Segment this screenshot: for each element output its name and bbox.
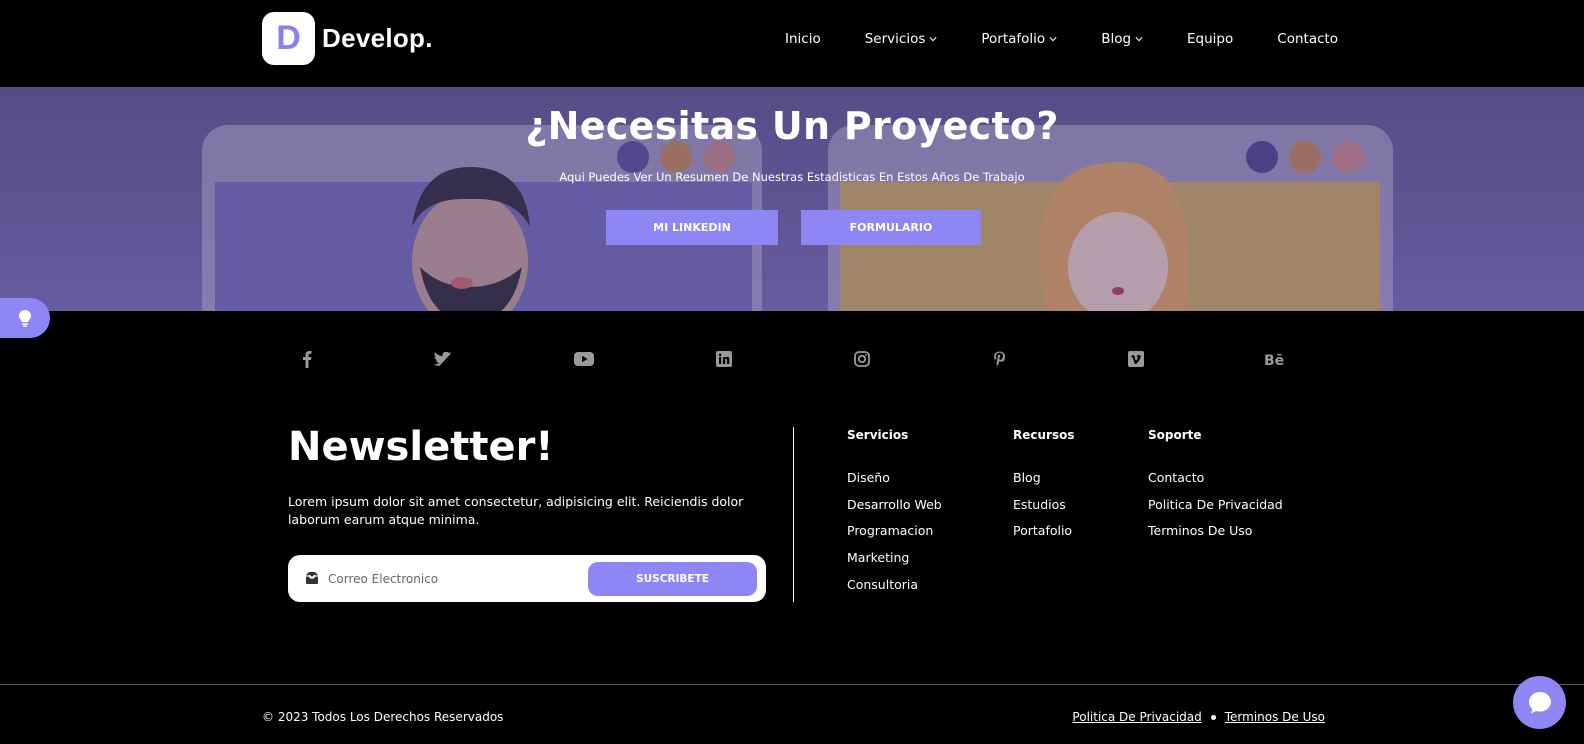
column-heading-soporte: Soporte xyxy=(1148,428,1202,442)
instagram-link[interactable] xyxy=(852,347,872,371)
nav-label: Contacto xyxy=(1277,31,1339,47)
site-header: D Develop. Inicio Servicios Portafolio B… xyxy=(0,0,1584,87)
footer-link-portafolio[interactable]: Portafolio xyxy=(1013,522,1072,549)
privacy-link[interactable]: Politica De Privacidad xyxy=(1072,710,1201,724)
hero-section: ¿Necesitas Un Proyecto? Aqui Puedes Ver … xyxy=(0,87,1584,311)
nav-item-servicios[interactable]: Servicios xyxy=(865,31,938,47)
twitter-link[interactable] xyxy=(433,347,453,371)
subscribe-button[interactable]: SUSCRIBETE xyxy=(588,562,757,596)
nav-label: Equipo xyxy=(1187,31,1234,47)
footer-divider-horizontal xyxy=(0,684,1584,685)
logo-badge: D xyxy=(262,12,315,65)
chevron-down-icon xyxy=(929,37,937,42)
logo-text: Develop. xyxy=(322,23,433,53)
inbox-icon xyxy=(306,572,318,584)
nav-item-equipo[interactable]: Equipo xyxy=(1187,31,1233,47)
nav-label: Inicio xyxy=(785,31,821,47)
chevron-down-icon xyxy=(1135,37,1143,42)
lightbulb-icon xyxy=(19,310,31,327)
behance-link[interactable]: Bē xyxy=(1263,347,1287,371)
form-button[interactable]: FORMULARIO xyxy=(801,210,981,245)
column-heading-servicios: Servicios xyxy=(847,428,909,442)
newsletter-title: Newsletter! xyxy=(288,424,554,470)
main-nav: Inicio Servicios Portafolio Blog Equipo … xyxy=(785,31,1338,47)
pinterest-link[interactable] xyxy=(989,347,1009,371)
theme-toggle-tab[interactable] xyxy=(0,298,50,338)
linkedin-icon xyxy=(716,351,732,367)
behance-icon: Bē xyxy=(1264,353,1284,366)
footer-divider-vertical xyxy=(793,427,794,602)
footer-link-marketing[interactable]: Marketing xyxy=(847,549,942,576)
footer-link-contacto[interactable]: Contacto xyxy=(1148,469,1283,496)
nav-label: Servicios xyxy=(864,31,926,47)
chat-button[interactable] xyxy=(1513,676,1566,729)
copyright-text: © 2023 Todos Los Derechos Reservados xyxy=(262,710,504,724)
nav-item-portafolio[interactable]: Portafolio xyxy=(981,31,1057,47)
servicios-list: Diseño Desarrollo Web Programacion Marke… xyxy=(847,469,942,602)
vimeo-icon xyxy=(1128,351,1144,367)
nav-item-inicio[interactable]: Inicio xyxy=(785,31,821,47)
pinterest-icon xyxy=(993,351,1005,366)
youtube-link[interactable] xyxy=(574,347,594,371)
separator-dot xyxy=(1210,714,1216,720)
footer-link-programacion[interactable]: Programacion xyxy=(847,522,942,549)
linkedin-button[interactable]: MI LINKEDIN xyxy=(606,210,778,245)
footer-link-consultoria[interactable]: Consultoria xyxy=(847,576,942,603)
soporte-list: Contacto Politica De Privacidad Terminos… xyxy=(1148,469,1283,549)
nav-label: Portafolio xyxy=(981,31,1046,47)
footer-link-terminos[interactable]: Terminos De Uso xyxy=(1148,522,1283,549)
hero-title: ¿Necesitas Un Proyecto? xyxy=(525,104,1059,148)
recursos-list: Blog Estudios Portafolio xyxy=(1013,469,1072,549)
vimeo-link[interactable] xyxy=(1126,347,1146,371)
newsletter-text: Lorem ipsum dolor sit amet consectetur, … xyxy=(288,494,744,527)
nav-item-contacto[interactable]: Contacto xyxy=(1277,31,1338,47)
footer-link-privacidad[interactable]: Politica De Privacidad xyxy=(1148,496,1283,523)
facebook-icon xyxy=(303,351,312,368)
linkedin-link[interactable] xyxy=(714,347,734,371)
chevron-down-icon xyxy=(1049,37,1057,42)
chat-bubble-icon xyxy=(1528,691,1551,713)
site-logo[interactable]: D Develop. xyxy=(262,12,433,65)
newsletter-form: SUSCRIBETE xyxy=(288,555,766,602)
youtube-icon xyxy=(574,352,594,366)
column-heading-recursos: Recursos xyxy=(1013,428,1075,442)
facebook-link[interactable] xyxy=(297,347,317,371)
logo-letter: D xyxy=(276,19,301,57)
footer-link-blog[interactable]: Blog xyxy=(1013,469,1072,496)
svg-text:Bē: Bē xyxy=(1264,353,1284,366)
hero-subtitle: Aqui Puedes Ver Un Resumen De Nuestras E… xyxy=(559,170,1025,184)
instagram-icon xyxy=(854,351,870,367)
footer-link-desarrollo-web[interactable]: Desarrollo Web xyxy=(847,496,942,523)
footer-link-diseno[interactable]: Diseño xyxy=(847,469,942,496)
legal-links: Politica De Privacidad Terminos De Uso xyxy=(1072,710,1325,724)
footer-link-estudios[interactable]: Estudios xyxy=(1013,496,1072,523)
terms-link[interactable]: Terminos De Uso xyxy=(1225,710,1325,724)
email-input[interactable] xyxy=(328,567,568,590)
twitter-icon xyxy=(434,351,452,366)
nav-label: Blog xyxy=(1101,31,1132,47)
nav-item-blog[interactable]: Blog xyxy=(1101,31,1143,47)
